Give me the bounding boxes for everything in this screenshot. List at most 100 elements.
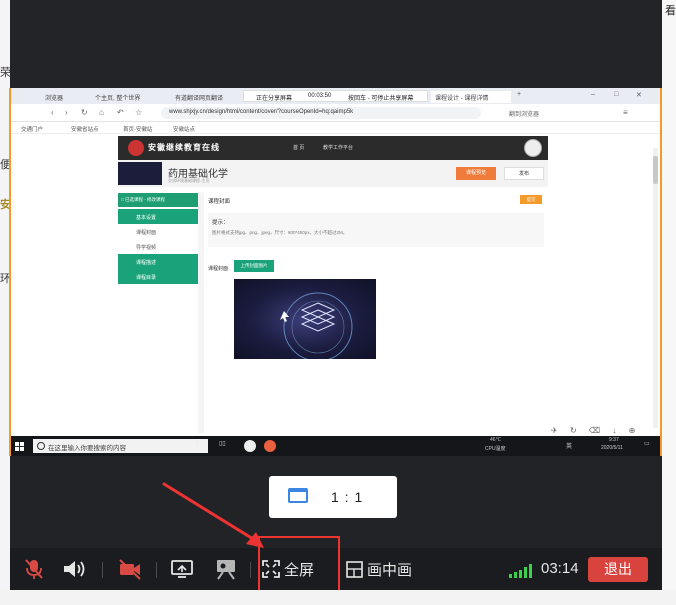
window-ratio-icon [288, 488, 308, 503]
share-stop-hint[interactable]: 按回车 - 可停止共享屏幕 [348, 93, 413, 102]
tray-clock-time: 9:37 [609, 437, 619, 443]
address-bar: ‹ › ↻ ⌂ ↶ ☆ www.shjxjy.cn/design/html/co… [11, 104, 660, 122]
tray-clock-date: 2020/5/11 [601, 445, 623, 451]
bookmarks-bar: 交通门户 安徽省站点 首页-安徽站 安徽站点 [11, 122, 660, 134]
camera-button[interactable] [118, 548, 142, 590]
speaker-button[interactable] [62, 548, 88, 590]
picture-in-picture-button[interactable]: 画中画 [346, 548, 412, 590]
sidebar-item[interactable]: 课程封面 [118, 224, 198, 239]
background-page-right: 看 [662, 0, 676, 605]
ratio-label: 1 : 1 [331, 489, 364, 505]
upload-cover-button[interactable]: 上传封面图片 [234, 260, 274, 272]
background-top [10, 0, 662, 88]
nav-home[interactable]: 首 页 [293, 144, 304, 151]
panel-heading: 课程封面 [208, 199, 231, 205]
site-name: 安徽继续教育在线 [148, 143, 220, 152]
browser-tab[interactable]: 有道翻译网页翻译 [171, 91, 227, 103]
undo-icon[interactable]: ↶ [117, 108, 124, 117]
delete-icon[interactable]: ⌫ [589, 426, 600, 435]
tip-section: 提示： 图片格式支持jpg、png、jpeg，尺寸：800*450px，大小不超… [208, 213, 544, 247]
sidebar-header[interactable]: □ 已选课程 - 修改课程 [118, 193, 198, 207]
bookmark-item[interactable]: 首页-安徽站 [123, 125, 152, 133]
page-tool-row: ✈ ↻ ⌫ ↓ ⊕ [551, 426, 635, 435]
camera-off-icon [119, 559, 141, 580]
microphone-icon[interactable]: 🎙 [193, 440, 201, 447]
course-preview-button[interactable]: 课程预览 [456, 167, 496, 180]
tip-text: 图片格式支持jpg、png、jpeg，尺寸：800*450px，大小不超过2M。 [212, 230, 348, 235]
browser-tab[interactable]: 个主页, 整个世界 [91, 91, 144, 103]
toolbar-divider [156, 562, 157, 578]
annotation-arrow-icon [162, 482, 264, 548]
cover-label: 课程封面 [208, 266, 229, 272]
avatar[interactable] [524, 139, 542, 157]
tray-weather: 46℃ [490, 437, 502, 443]
window-close-icon[interactable]: ✕ [636, 91, 642, 99]
share-screen-icon [171, 560, 193, 578]
share-status-label: 正在分享屏幕 [256, 96, 293, 102]
screen-share-indicator: 正在分享屏幕 00:03:50 按回车 - 可停止共享屏幕 [243, 90, 428, 102]
vertical-scrollbar[interactable] [653, 148, 658, 428]
back-icon[interactable]: ‹ [51, 108, 54, 117]
course-publish-button[interactable]: 发布 [504, 167, 544, 180]
exit-button[interactable]: 退出 [588, 557, 648, 582]
sidebar-item[interactable]: 课程目录 [118, 269, 198, 284]
download-icon[interactable]: ↓ [612, 426, 616, 435]
search-icon [37, 442, 45, 450]
presenter-icon [217, 560, 235, 580]
toolbar-divider [102, 562, 103, 578]
stop-share-button[interactable] [214, 548, 238, 590]
windows-taskbar: 在这里输入你要搜索的内容 🎙 ▯▯ 46℃ CPU温度 英 9:37 2020/… [11, 436, 660, 456]
url-input[interactable]: www.shjxjy.cn/design/html/content/cover/… [161, 107, 481, 119]
share-timer: 00:03:50 [308, 93, 332, 99]
sidebar-item[interactable]: 课程描述 [118, 254, 198, 269]
toolbar-divider [250, 562, 251, 578]
cover-panel: 课程封面 提交 提示： 图片格式支持jpg、png、jpeg，尺寸：800*45… [204, 193, 548, 433]
menu-icon[interactable]: ≡ [623, 108, 628, 117]
picture-in-picture-icon [346, 560, 363, 578]
zoom-icon[interactable]: ⊕ [629, 426, 636, 435]
windows-start-icon[interactable] [15, 442, 24, 451]
bookmark-item[interactable]: 安徽站点 [173, 125, 195, 133]
taskbar-search-placeholder: 在这里输入你要搜索的内容 [48, 445, 126, 452]
mute-mic-button[interactable] [24, 548, 44, 590]
bookmark-item[interactable]: 交通门户 [21, 125, 43, 133]
task-view-icon[interactable]: ▯▯ [219, 440, 226, 447]
app-icon[interactable] [244, 440, 256, 452]
send-icon[interactable]: ✈ [551, 426, 558, 435]
scrollbar-thumb[interactable] [653, 156, 658, 184]
tray-language[interactable]: 英 [566, 441, 572, 450]
ratio-popup[interactable]: 1 : 1 [269, 476, 397, 518]
notification-icon[interactable]: ▭ [644, 440, 650, 447]
sidebar-item[interactable]: 导学视频 [118, 239, 198, 254]
call-duration: 03:14 [541, 560, 579, 577]
nav-platform[interactable]: 教学工作平台 [323, 144, 353, 151]
course-thumbnail [118, 162, 162, 185]
network-signal-icon [509, 564, 532, 578]
mic-off-icon [25, 559, 43, 579]
address-search-text[interactable]: 翻到浏览器 [509, 109, 539, 118]
share-screen-button[interactable] [170, 548, 194, 590]
course-editor: □ 已选课程 - 修改课程 基本设置 课程封面 导学视频 课程描述 课程目录 课… [118, 193, 548, 433]
window-minimize-icon[interactable]: – [591, 91, 595, 98]
browser-tab-active[interactable]: 课程设计 - 课程详情 [431, 91, 511, 103]
meeting-window: 荣 便 安 环 看 浏览器 个主页, 整个世界 有道翻译网页翻译 课程设计 - … [0, 0, 676, 605]
forward-icon[interactable]: › [65, 108, 68, 117]
course-subtitle: 交流环境基础课程-主页 [168, 178, 210, 183]
bg-mark: 荣 [0, 67, 11, 79]
star-icon[interactable]: ☆ [135, 108, 142, 117]
cover-image [234, 279, 376, 359]
browser-tab[interactable]: 浏览器 [41, 91, 67, 103]
site-logo-icon [128, 140, 144, 156]
taskbar-search[interactable]: 在这里输入你要搜索的内容 [33, 439, 208, 453]
bg-glyph: 看 [665, 5, 676, 17]
bookmark-item[interactable]: 安徽省站点 [71, 125, 99, 133]
window-maximize-icon[interactable]: □ [614, 91, 618, 98]
submit-tag[interactable]: 提交 [520, 195, 542, 204]
browser-app-icon[interactable] [264, 440, 276, 452]
new-tab-icon[interactable]: + [517, 91, 521, 98]
sidebar-item[interactable]: 基本设置 [118, 209, 198, 224]
refresh-icon[interactable]: ↻ [81, 108, 88, 117]
shared-screen: 浏览器 个主页, 整个世界 有道翻译网页翻译 课程设计 - 课程详情 + – □… [9, 88, 662, 456]
refresh-icon[interactable]: ↻ [570, 426, 577, 435]
home-icon[interactable]: ⌂ [99, 108, 104, 117]
